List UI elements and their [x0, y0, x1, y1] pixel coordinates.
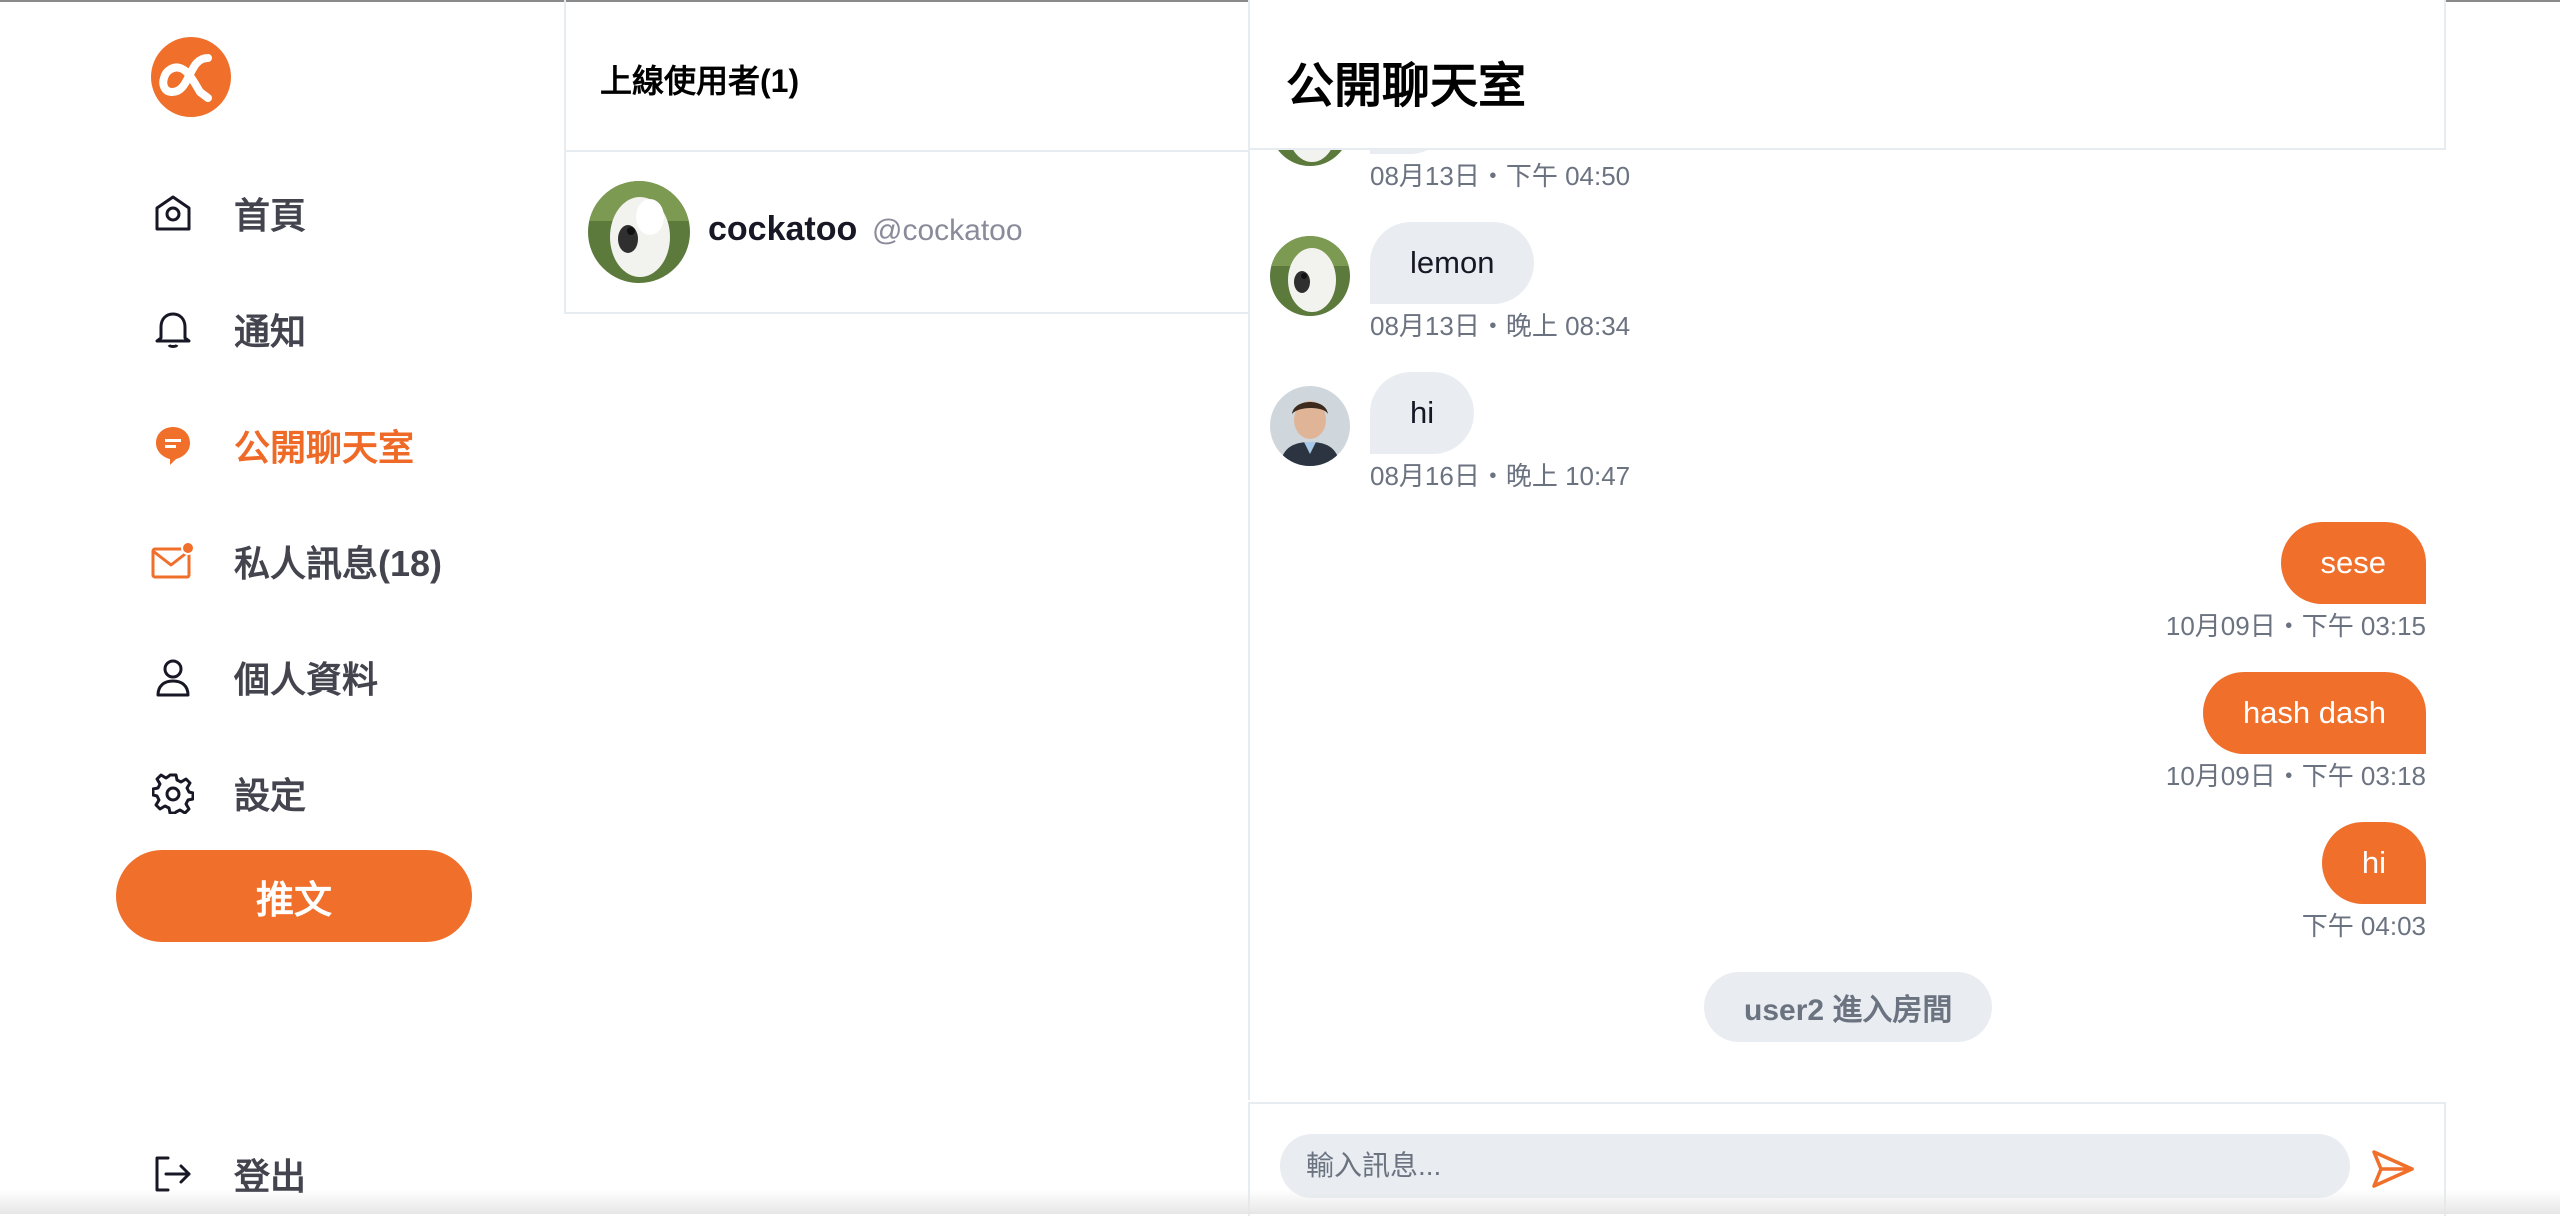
alphitter-logo-icon[interactable]: [150, 36, 232, 118]
logout-icon: [150, 1151, 196, 1197]
sidebar: 首頁 通知 公開聊天室 私人訊息(18) 個人資料 設定 推文 登出: [0, 0, 564, 1214]
nav-home[interactable]: 首頁: [150, 183, 306, 243]
tweet-button[interactable]: 推文: [116, 850, 472, 942]
chat-bubble-icon: [150, 422, 196, 468]
chat-header: 公開聊天室: [1248, 0, 2446, 150]
public-chat-panel: 公開聊天室 08月13日・下午 04:50 lemon 08月13日・晚上 08…: [1248, 0, 2446, 1216]
message-bubble: hi: [2321, 822, 2426, 904]
nav-public-chat-label: 公開聊天室: [234, 427, 415, 468]
chat-input-bar: [1248, 1102, 2446, 1216]
chat-message-outgoing: sese 10月09日・下午 03:15: [2026, 522, 2426, 642]
nav-messages[interactable]: 私人訊息(18): [150, 531, 442, 591]
chat-title: 公開聊天室: [1286, 60, 1527, 113]
online-user-handle: @cockatoo: [872, 214, 1023, 247]
gear-icon: [150, 770, 196, 816]
user-icon: [150, 654, 196, 700]
message-timestamp: 10月09日・下午 03:18: [2165, 761, 2426, 791]
bell-icon: [150, 306, 196, 352]
avatar: [1270, 150, 1350, 166]
message-input[interactable]: [1280, 1134, 2350, 1198]
nav-profile[interactable]: 個人資料: [150, 647, 378, 707]
message-bubble: hash dash: [2202, 672, 2426, 754]
home-icon: [150, 190, 196, 236]
nav-settings-label: 設定: [234, 775, 307, 816]
avatar: [588, 181, 690, 283]
nav-profile-label: 個人資料: [234, 659, 379, 700]
nav-settings[interactable]: 設定: [150, 763, 306, 823]
mail-icon: [150, 538, 196, 584]
chat-message-outgoing: hi 下午 04:03: [2026, 822, 2426, 942]
online-users-header: 上線使用者(1): [564, 0, 1250, 152]
message-timestamp: 下午 04:03: [2301, 911, 2426, 941]
message-bubble: hi: [1370, 372, 1475, 454]
message-bubble: [1370, 150, 1450, 154]
message-timestamp: 10月09日・下午 03:15: [2165, 611, 2426, 641]
message-timestamp: 08月13日・晚上 08:34: [1370, 311, 1631, 341]
message-bubble: lemon: [1370, 222, 1535, 304]
chat-message-list[interactable]: 08月13日・下午 04:50 lemon 08月13日・晚上 08:34 hi…: [1248, 150, 2446, 1100]
nav-logout[interactable]: 登出: [150, 1144, 306, 1204]
nav-messages-label: 私人訊息(18): [234, 543, 443, 584]
send-icon[interactable]: [2368, 1144, 2418, 1194]
nav-logout-label: 登出: [234, 1156, 307, 1197]
message-bubble: sese: [2280, 522, 2426, 604]
nav-public-chat[interactable]: 公開聊天室: [150, 415, 414, 475]
online-users-title: 上線使用者(1): [600, 63, 800, 99]
nav-notifications-label: 通知: [234, 311, 307, 352]
message-timestamp: 08月13日・下午 04:50: [1370, 161, 1631, 191]
online-users-panel: 上線使用者(1) cockatoo @cockatoo: [564, 0, 1250, 1214]
online-user-name: cockatoo: [708, 210, 858, 248]
nav-home-label: 首頁: [234, 195, 307, 236]
online-user-row[interactable]: cockatoo @cockatoo: [564, 152, 1250, 314]
system-notice: user2 進入房間: [1704, 972, 1993, 1042]
chat-message-outgoing: hash dash 10月09日・下午 03:18: [2026, 672, 2426, 792]
nav-notifications[interactable]: 通知: [150, 299, 306, 359]
avatar: [1270, 236, 1350, 316]
message-timestamp: 08月16日・晚上 10:47: [1370, 461, 1631, 491]
avatar: [1270, 386, 1350, 466]
